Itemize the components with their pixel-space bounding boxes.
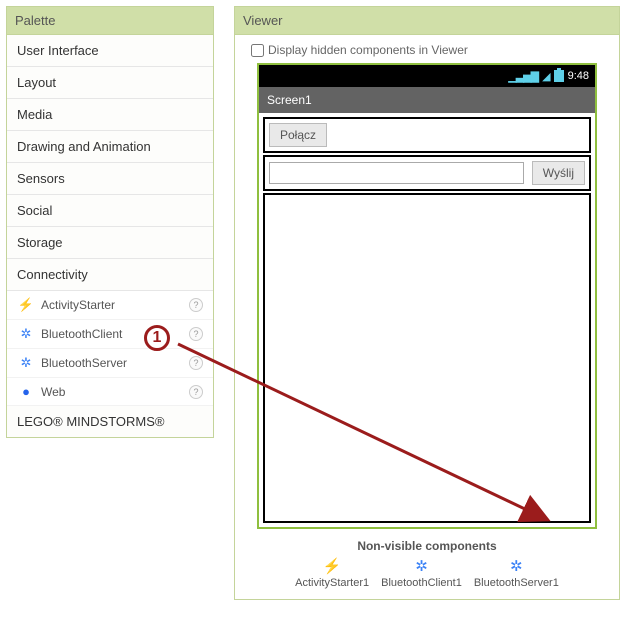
label: Sensors bbox=[17, 171, 65, 186]
bluetooth-icon: ✲ bbox=[17, 355, 35, 371]
label: Media bbox=[17, 107, 52, 122]
label: Drawing and Animation bbox=[17, 139, 151, 154]
palette-item-web[interactable]: ● Web ? bbox=[7, 378, 213, 406]
palette-title: Palette bbox=[7, 7, 213, 35]
palette-panel: Palette User Interface Layout Media Draw… bbox=[6, 6, 214, 438]
lightning-icon: ⚡ bbox=[17, 297, 35, 313]
display-hidden-checkbox[interactable]: Display hidden components in Viewer bbox=[251, 39, 603, 63]
label: BluetoothClient bbox=[41, 327, 122, 341]
viewer-title: Viewer bbox=[235, 7, 619, 35]
help-icon[interactable]: ? bbox=[189, 298, 203, 312]
label: LEGO® MINDSTORMS® bbox=[17, 414, 165, 429]
battery-icon bbox=[554, 70, 564, 82]
help-icon[interactable]: ? bbox=[189, 356, 203, 370]
label: BluetoothClient1 bbox=[381, 577, 462, 589]
display-hidden-checkbox-input[interactable] bbox=[251, 44, 264, 57]
label: Connectivity bbox=[17, 267, 88, 282]
screen-area: Połącz Wyślij bbox=[259, 113, 595, 527]
palette-item-bluetoothserver[interactable]: ✲ BluetoothServer ? bbox=[7, 349, 213, 378]
label: Web bbox=[41, 385, 65, 399]
palette-category-storage[interactable]: Storage bbox=[7, 227, 213, 259]
palette-item-bluetoothclient[interactable]: ✲ BluetoothClient ? bbox=[7, 320, 213, 349]
row1: Połącz bbox=[263, 117, 591, 153]
palette-category-sensors[interactable]: Sensors bbox=[7, 163, 213, 195]
connect-button[interactable]: Połącz bbox=[269, 123, 327, 147]
bluetooth-icon: ✲ bbox=[415, 557, 428, 575]
nonvis-activitystarter1[interactable]: ⚡ ActivityStarter1 bbox=[295, 557, 369, 589]
lightning-icon: ⚡ bbox=[323, 557, 342, 575]
nonvisible-title: Non-visible components bbox=[251, 539, 603, 553]
nonvisible-row: ⚡ ActivityStarter1 ✲ BluetoothClient1 ✲ … bbox=[251, 557, 603, 589]
bluetooth-icon: ✲ bbox=[17, 326, 35, 342]
palette-category-connectivity[interactable]: Connectivity bbox=[7, 259, 213, 291]
viewer-panel: Viewer Display hidden components in View… bbox=[234, 6, 620, 600]
palette-category-media[interactable]: Media bbox=[7, 99, 213, 131]
row2: Wyślij bbox=[263, 155, 591, 191]
label: BluetoothServer bbox=[41, 356, 127, 370]
display-hidden-checkbox-label: Display hidden components in Viewer bbox=[268, 43, 468, 57]
bluetooth-icon: ✲ bbox=[510, 557, 523, 575]
help-icon[interactable]: ? bbox=[189, 327, 203, 341]
signal-icon: ▁▃▅▇ bbox=[508, 70, 538, 83]
status-bar: ▁▃▅▇ ◢ 9:48 bbox=[259, 65, 595, 87]
text-input[interactable] bbox=[269, 162, 524, 184]
palette-category-drawing-animation[interactable]: Drawing and Animation bbox=[7, 131, 213, 163]
screen-title: Screen1 bbox=[259, 87, 595, 113]
palette-category-social[interactable]: Social bbox=[7, 195, 213, 227]
phone-preview: ▁▃▅▇ ◢ 9:48 Screen1 Połącz Wyślij bbox=[257, 63, 597, 529]
label: Layout bbox=[17, 75, 56, 90]
nonvis-bluetoothserver1[interactable]: ✲ BluetoothServer1 bbox=[474, 557, 559, 589]
label: ActivityStarter bbox=[41, 298, 115, 312]
nonvis-bluetoothclient1[interactable]: ✲ BluetoothClient1 bbox=[381, 557, 462, 589]
palette-connectivity-list: ⚡ ActivityStarter ? ✲ BluetoothClient ? … bbox=[7, 291, 213, 406]
label: Storage bbox=[17, 235, 63, 250]
status-time: 9:48 bbox=[568, 70, 589, 82]
palette-category-user-interface[interactable]: User Interface bbox=[7, 35, 213, 67]
help-icon[interactable]: ? bbox=[189, 385, 203, 399]
palette-item-activitystarter[interactable]: ⚡ ActivityStarter ? bbox=[7, 291, 213, 320]
output-box bbox=[263, 193, 591, 523]
wifi-icon: ◢ bbox=[542, 70, 549, 83]
send-button[interactable]: Wyślij bbox=[532, 161, 585, 185]
label: ActivityStarter1 bbox=[295, 577, 369, 589]
palette-category-lego[interactable]: LEGO® MINDSTORMS® bbox=[7, 406, 213, 437]
label: Social bbox=[17, 203, 52, 218]
label: BluetoothServer1 bbox=[474, 577, 559, 589]
label: User Interface bbox=[17, 43, 99, 58]
globe-icon: ● bbox=[17, 384, 35, 399]
palette-category-layout[interactable]: Layout bbox=[7, 67, 213, 99]
